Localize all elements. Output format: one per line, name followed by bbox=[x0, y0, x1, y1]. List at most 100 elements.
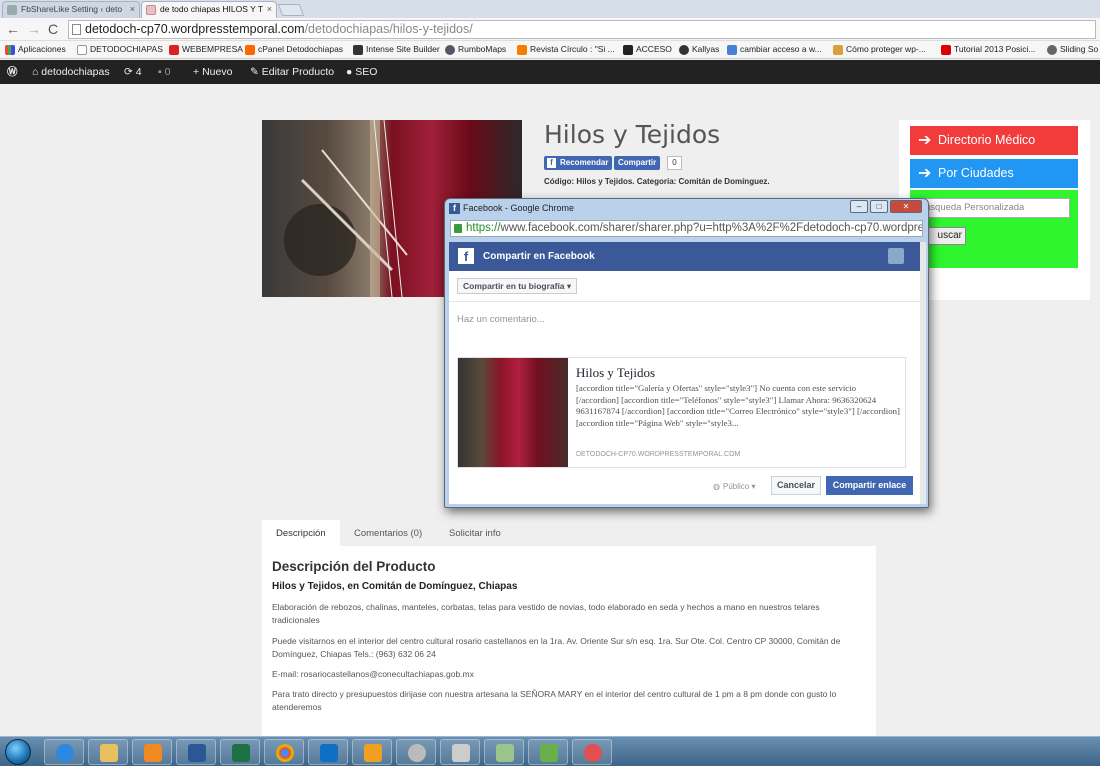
ie-icon bbox=[56, 744, 74, 762]
page-icon bbox=[72, 24, 81, 35]
apps-icon bbox=[5, 45, 15, 55]
popup-title: f Facebook - Google Chrome bbox=[449, 202, 574, 215]
bookmark[interactable]: Tutorial 2013 Posici... bbox=[940, 41, 1035, 58]
facebook-icon: f bbox=[547, 158, 556, 168]
description-paragraph: Puede visitarnos en el interior del cent… bbox=[272, 636, 841, 659]
google-icon bbox=[727, 45, 737, 55]
wp-comments[interactable]: ▪ 0 bbox=[158, 60, 171, 84]
minimize-icon[interactable]: – bbox=[850, 200, 868, 213]
taskbar-app[interactable] bbox=[528, 739, 568, 765]
bookmark[interactable]: RumboMaps bbox=[444, 41, 506, 58]
tab-comentarios[interactable]: Comentarios (0) bbox=[340, 520, 436, 547]
taskbar-explorer[interactable] bbox=[88, 739, 128, 765]
bookmark[interactable]: WEBEMPRESA bbox=[168, 41, 243, 58]
privacy-selector[interactable]: ◍ Público ▾ bbox=[713, 482, 756, 491]
bookmark[interactable]: Intense Site Builder bbox=[352, 41, 440, 58]
cpanel-icon bbox=[245, 45, 255, 55]
taskbar-dvd[interactable] bbox=[396, 739, 436, 765]
bookmark-apps[interactable]: Aplicaciones bbox=[4, 41, 66, 58]
maximize-icon[interactable]: □ bbox=[870, 200, 888, 213]
user-icon bbox=[833, 45, 843, 55]
reload-icon[interactable]: C bbox=[48, 21, 58, 37]
app-icon bbox=[584, 744, 602, 762]
back-icon[interactable]: ← bbox=[6, 21, 20, 37]
fb-share-button[interactable]: Compartir bbox=[614, 156, 661, 170]
wp-new[interactable]: + Nuevo bbox=[193, 60, 232, 84]
network-icon bbox=[540, 744, 558, 762]
taskbar-outlook[interactable] bbox=[352, 739, 392, 765]
close-icon[interactable]: ✕ bbox=[890, 200, 922, 213]
taskbar-app[interactable] bbox=[440, 739, 480, 765]
share-link-button[interactable]: Compartir enlace bbox=[826, 476, 913, 495]
search-input[interactable]: úsqueda Personalizada bbox=[920, 198, 1070, 218]
comment-input[interactable]: Haz un comentario... bbox=[457, 314, 545, 325]
blogger-icon bbox=[517, 45, 527, 55]
bookmark[interactable]: Revista Círculo : "Si ... bbox=[516, 41, 615, 58]
dialog-header: f Compartir en Facebook bbox=[449, 242, 926, 271]
fb-share-count: 0 bbox=[667, 156, 682, 170]
tab-descripcion[interactable]: Descripción bbox=[262, 520, 340, 547]
taskbar-word[interactable] bbox=[176, 739, 216, 765]
preview-domain: DETODOCH-CP70.WORDPRESSTEMPORAL.COM bbox=[576, 451, 741, 458]
url-input[interactable]: detodoch-cp70.wordpresstemporal.com/deto… bbox=[68, 20, 1096, 39]
kallyas-icon bbox=[679, 45, 689, 55]
share-target-dropdown[interactable]: Compartir en tu biografía ▾ bbox=[457, 278, 578, 294]
bookmark[interactable]: Sliding So bbox=[1046, 41, 1098, 58]
start-button[interactable] bbox=[5, 739, 31, 765]
webempresa-icon bbox=[169, 45, 179, 55]
word-icon bbox=[188, 744, 206, 762]
pencil-icon: ✎ bbox=[250, 66, 259, 78]
wp-updates[interactable]: ⟳ 4 bbox=[124, 60, 142, 84]
bookmark[interactable]: Kallyas bbox=[678, 41, 719, 58]
browser-tab[interactable]: FbShareLike Setting ‹ deto × bbox=[2, 1, 140, 18]
fb-like-button[interactable]: f Recomendar bbox=[544, 156, 613, 170]
wp-seo[interactable]: ● SEO bbox=[346, 60, 377, 84]
teamviewer-icon bbox=[320, 744, 338, 762]
site-icon bbox=[146, 5, 156, 15]
bookmark[interactable]: cambiar acceso a w... bbox=[726, 41, 822, 58]
browser-tabstrip: FbShareLike Setting ‹ deto × de todo chi… bbox=[0, 0, 1100, 18]
globe-icon: ◍ bbox=[713, 482, 720, 491]
close-icon[interactable]: × bbox=[267, 2, 272, 17]
directorio-medico-button[interactable]: ➔ Directorio Médico bbox=[910, 126, 1078, 155]
taskbar-app[interactable] bbox=[484, 739, 524, 765]
taskbar-media[interactable] bbox=[132, 739, 172, 765]
outlook-icon bbox=[364, 744, 382, 762]
taskbar-teamviewer[interactable] bbox=[308, 739, 348, 765]
bookmark[interactable]: ACCESO bbox=[622, 41, 672, 58]
plane-icon bbox=[452, 744, 470, 762]
preview-thumbnail bbox=[458, 358, 568, 467]
folder-icon bbox=[100, 744, 118, 762]
scrollbar[interactable] bbox=[920, 242, 926, 504]
home-icon: ⌂ bbox=[32, 66, 39, 78]
por-ciudades-button[interactable]: ➔ Por Ciudades bbox=[910, 159, 1078, 188]
taskbar-excel[interactable] bbox=[220, 739, 260, 765]
wordpress-icon[interactable]: Ⓦ bbox=[7, 60, 18, 84]
bookmark[interactable]: Cómo proteger wp-... bbox=[832, 41, 926, 58]
refresh-icon: ⟳ bbox=[124, 66, 133, 78]
search-widget: úsqueda Personalizada uscar bbox=[910, 190, 1078, 268]
browser-tab-active[interactable]: de todo chiapas HILOS Y T × bbox=[141, 1, 277, 18]
close-icon[interactable]: × bbox=[130, 2, 135, 17]
preview-description: [accordion title="Galería y Ofertas" sty… bbox=[576, 383, 900, 428]
bookmark[interactable]: cPanel Detodochiapas bbox=[244, 41, 343, 58]
cancel-button[interactable]: Cancelar bbox=[771, 476, 821, 495]
tab-solicitar-info[interactable]: Solicitar info bbox=[435, 520, 515, 547]
wp-edit-product[interactable]: ✎ Editar Producto bbox=[250, 60, 334, 84]
comment-icon: ▪ bbox=[158, 66, 162, 78]
facebook-share-popup: f Facebook - Google Chrome – □ ✕ https://… bbox=[444, 198, 929, 508]
image-icon bbox=[496, 744, 514, 762]
description-paragraph: Elaboración de rebozos, chalinas, mantel… bbox=[272, 602, 820, 625]
new-tab-button[interactable] bbox=[277, 4, 305, 16]
taskbar-app[interactable] bbox=[572, 739, 612, 765]
forward-icon[interactable]: → bbox=[27, 21, 41, 37]
app-icon bbox=[888, 248, 904, 264]
description-heading: Descripción del Producto bbox=[272, 559, 436, 574]
bookmark[interactable]: DETODOCHIAPAS bbox=[76, 41, 163, 58]
taskbar-chrome[interactable] bbox=[264, 739, 304, 765]
taskbar-ie[interactable] bbox=[44, 739, 84, 765]
acceso-icon bbox=[623, 45, 633, 55]
popup-url-bar[interactable]: https://www.facebook.com/sharer/sharer.p… bbox=[450, 220, 923, 237]
wp-site-link[interactable]: ⌂ detodochiapas bbox=[32, 60, 110, 84]
preview-title: Hilos y Tejidos bbox=[576, 365, 656, 380]
